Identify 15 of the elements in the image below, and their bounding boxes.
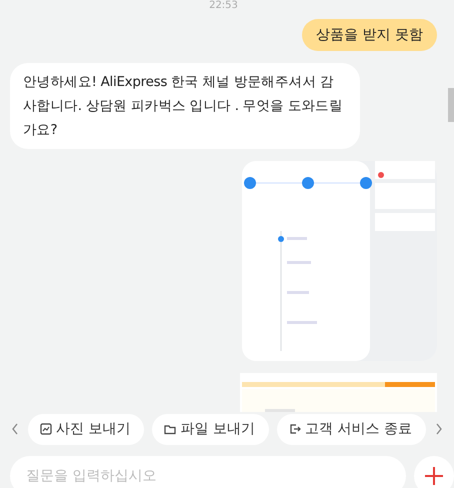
quick-action-button[interactable]: 고객 서비스 종료: [276, 414, 426, 444]
scrollbar-thumb[interactable]: [448, 88, 454, 122]
image-icon: [40, 423, 52, 435]
folder-icon: [164, 423, 176, 435]
message-input[interactable]: 질문을 입력하십시오: [10, 456, 406, 488]
plus-icon: [424, 466, 444, 486]
user-message: 상품을 받지 못함: [302, 19, 437, 51]
quick-action-button[interactable]: 사진 보내기: [28, 414, 144, 444]
scroll-right-icon[interactable]: [434, 422, 444, 436]
timestamp: 22:53: [208, 0, 239, 12]
quick-action-button[interactable]: 파일 보내기: [152, 414, 269, 444]
agent-message: 안녕하세요! AliExpress 한국 체널 방문해주셔서 감사합니다. 상담원 피카벅스 입니다 . 무엇을 도와드릴가요?: [10, 63, 360, 149]
scroll-left-icon[interactable]: [10, 422, 20, 436]
exit-icon: [288, 423, 301, 435]
add-button[interactable]: [414, 456, 454, 488]
